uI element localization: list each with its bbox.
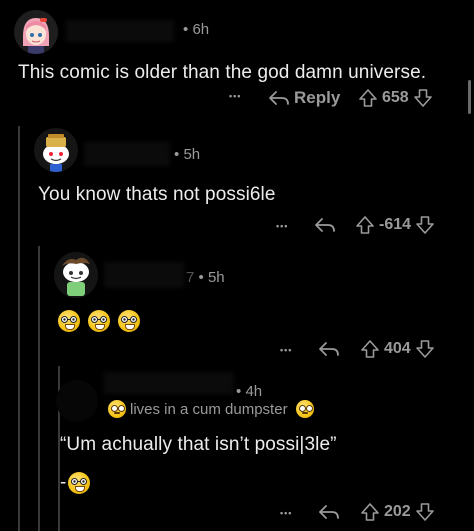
username-redacted bbox=[84, 142, 170, 166]
user-flair: lives in a cum dumpster bbox=[108, 400, 314, 418]
downvote-icon[interactable] bbox=[415, 502, 435, 522]
comment-time: 6h bbox=[192, 21, 210, 38]
comment-meta: • 5h bbox=[174, 146, 200, 163]
more-icon: ••• bbox=[229, 91, 242, 101]
scrollbar[interactable] bbox=[468, 80, 471, 114]
nerd-emoji-icon bbox=[118, 310, 140, 332]
vote-score: 658 bbox=[382, 89, 409, 106]
comment-meta: • 6h bbox=[183, 21, 209, 38]
downvote-icon[interactable] bbox=[415, 339, 435, 359]
more-icon: ••• bbox=[280, 345, 293, 355]
upvote-icon[interactable] bbox=[360, 339, 380, 359]
upvote-icon[interactable] bbox=[360, 502, 380, 522]
reply-arrow-icon bbox=[318, 503, 340, 521]
more-button[interactable]: ••• bbox=[280, 345, 292, 355]
reply-arrow-icon bbox=[268, 89, 290, 107]
reply-arrow-icon bbox=[318, 340, 340, 358]
meta-dot: • bbox=[174, 146, 180, 163]
avatar[interactable] bbox=[56, 380, 98, 422]
reply-button[interactable] bbox=[314, 216, 336, 234]
more-button[interactable]: ••• bbox=[276, 221, 288, 231]
nerd-emoji-icon bbox=[68, 472, 91, 494]
vote-score: 404 bbox=[384, 340, 411, 357]
more-icon: ••• bbox=[280, 508, 293, 518]
thread-line-2 bbox=[38, 246, 40, 531]
username-fragment: 7 bbox=[186, 269, 195, 286]
nerd-emoji-icon bbox=[58, 310, 80, 332]
meta-dot: • bbox=[198, 269, 204, 286]
meta-dot: • bbox=[183, 21, 189, 38]
snoo-avatar-icon bbox=[34, 128, 78, 172]
vote-group: 404 bbox=[360, 339, 435, 359]
reply-button[interactable] bbox=[318, 503, 340, 521]
avatar[interactable] bbox=[14, 10, 58, 54]
vote-group: 658 bbox=[358, 88, 433, 108]
comment-time: 5h bbox=[207, 269, 225, 286]
upvote-icon[interactable] bbox=[355, 215, 375, 235]
flushed-emoji-icon bbox=[295, 400, 314, 418]
vote-group: 202 bbox=[360, 502, 435, 522]
vote-group: -614 bbox=[355, 215, 435, 235]
comment-time: 4h bbox=[245, 383, 263, 400]
comment-text: You know thats not possi6le bbox=[38, 184, 276, 205]
flair-text: lives in a cum dumpster bbox=[130, 400, 288, 418]
downvote-icon[interactable] bbox=[415, 215, 435, 235]
comment-emoji-line: - bbox=[60, 472, 91, 494]
comment-prefix: - bbox=[60, 472, 67, 493]
avatar-image-icon bbox=[14, 10, 58, 54]
vote-score: -614 bbox=[379, 216, 412, 233]
reply-button[interactable]: Reply bbox=[268, 88, 340, 108]
comment-text: “Um achually that isn’t possi|3le” bbox=[60, 434, 337, 455]
more-icon: ••• bbox=[276, 221, 289, 231]
emoji-row bbox=[58, 310, 140, 332]
meta-dot: • bbox=[236, 383, 242, 400]
username-redacted bbox=[104, 262, 184, 288]
flushed-emoji-icon bbox=[108, 400, 126, 418]
avatar[interactable] bbox=[34, 128, 78, 172]
more-button[interactable]: ••• bbox=[229, 91, 241, 101]
nerd-emoji-icon bbox=[88, 310, 110, 332]
upvote-icon[interactable] bbox=[358, 88, 378, 108]
thread-line-1 bbox=[18, 126, 20, 531]
vote-score: 202 bbox=[384, 503, 411, 520]
username-redacted bbox=[104, 372, 234, 394]
reply-button[interactable] bbox=[318, 340, 340, 358]
more-button[interactable]: ••• bbox=[280, 508, 292, 518]
downvote-icon[interactable] bbox=[413, 88, 433, 108]
avatar[interactable] bbox=[54, 252, 98, 298]
username-redacted bbox=[66, 20, 174, 42]
reply-arrow-icon bbox=[314, 216, 336, 234]
comment-meta: 7 • 5h bbox=[186, 269, 225, 286]
comment-time: 5h bbox=[183, 146, 201, 163]
snoo-avatar-icon bbox=[54, 252, 98, 298]
comment-text: This comic is older than the god damn un… bbox=[18, 62, 427, 83]
reply-label: Reply bbox=[294, 88, 341, 107]
comment-meta: • 4h bbox=[236, 383, 262, 400]
